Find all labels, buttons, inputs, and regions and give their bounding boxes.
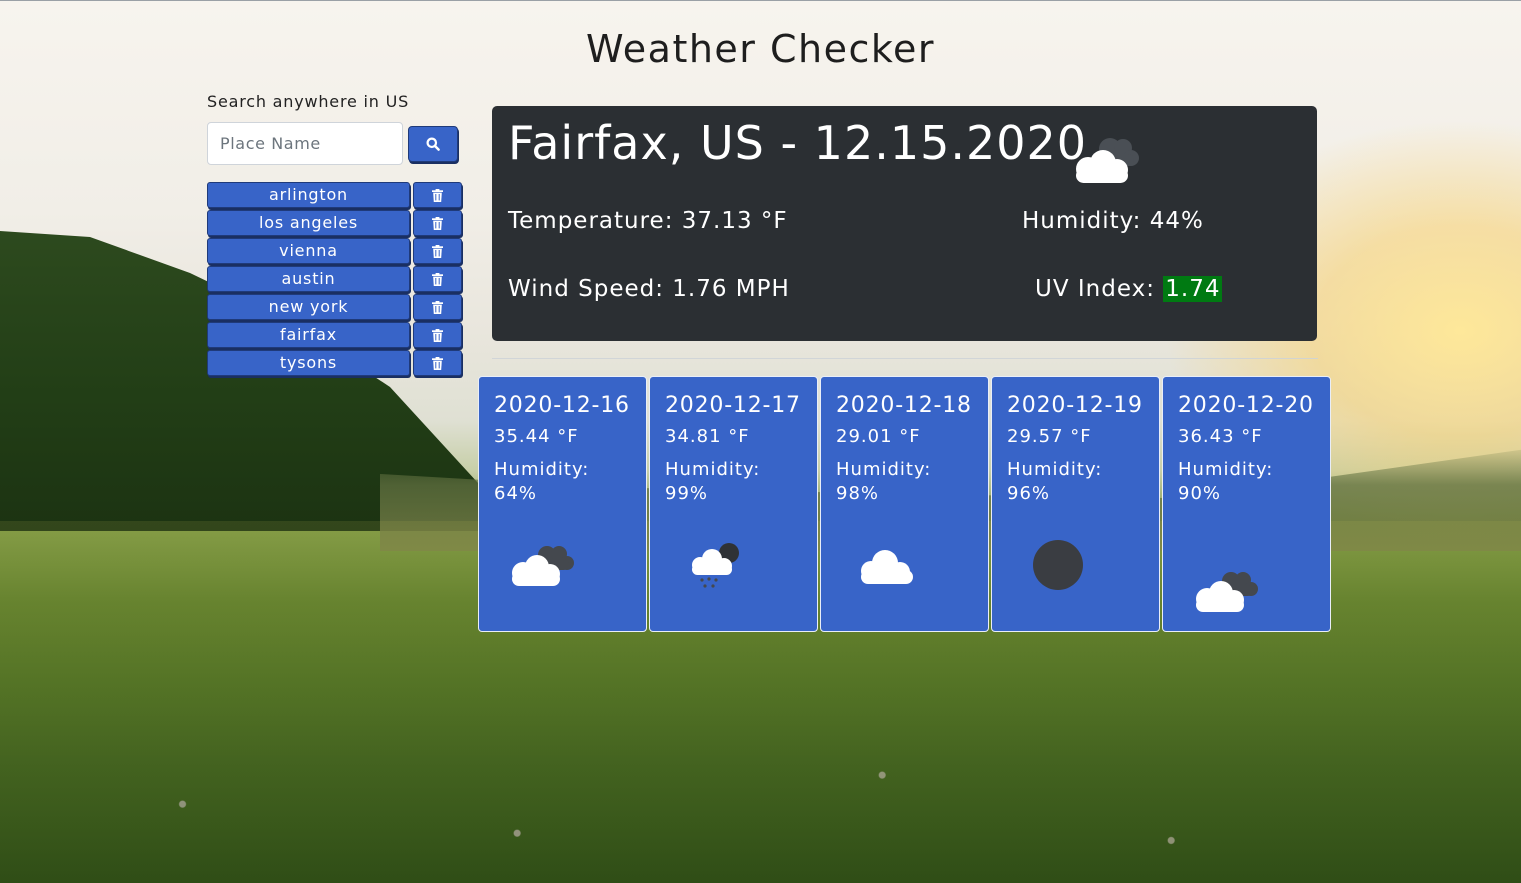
uv-label: UV Index: bbox=[1035, 276, 1164, 302]
humidity-label: Humidity: bbox=[1022, 208, 1150, 234]
current-humidity: Humidity: 44% bbox=[1022, 208, 1204, 234]
history-row: austin bbox=[207, 266, 463, 292]
trash-icon bbox=[432, 216, 443, 230]
forecast-humidity-label: Humidity: bbox=[494, 459, 590, 480]
history-city-button[interactable]: vienna bbox=[207, 238, 410, 264]
wind-label: Wind Speed: bbox=[508, 276, 673, 302]
current-uv-index: UV Index: 1.74 bbox=[1035, 276, 1223, 302]
forecast-temperature: 34.81 °F bbox=[665, 426, 750, 447]
forecast-humidity: Humidity: 99% bbox=[665, 458, 802, 506]
broken-clouds-icon bbox=[512, 546, 574, 586]
forecast-humidity-label: Humidity: bbox=[1007, 459, 1103, 480]
trash-icon bbox=[432, 244, 443, 258]
forecast-humidity: Humidity: 90% bbox=[1178, 458, 1315, 506]
search-button[interactable] bbox=[408, 126, 458, 162]
cloud-icon bbox=[861, 550, 913, 584]
forecast-temperature: 35.44 °F bbox=[494, 426, 579, 447]
trash-icon bbox=[432, 328, 443, 342]
history-city-button[interactable]: fairfax bbox=[207, 322, 410, 348]
forecast-humidity-label: Humidity: bbox=[836, 459, 932, 480]
trash-icon bbox=[432, 188, 443, 202]
history-city-button[interactable]: arlington bbox=[207, 182, 410, 208]
forecast-temperature: 29.01 °F bbox=[836, 426, 921, 447]
history-row: vienna bbox=[207, 238, 463, 264]
page-title: Weather Checker bbox=[585, 27, 936, 71]
page-root: Weather Checker Search anywhere in US ar… bbox=[0, 0, 1521, 883]
forecast-humidity-value: 90% bbox=[1178, 483, 1222, 504]
history-delete-button[interactable] bbox=[413, 210, 462, 236]
trash-icon bbox=[432, 356, 443, 370]
snow-rain-cloud-icon bbox=[692, 543, 739, 588]
search-label: Search anywhere in US bbox=[207, 92, 410, 111]
trash-icon bbox=[432, 272, 443, 286]
forecast-temperature: 29.57 °F bbox=[1007, 426, 1092, 447]
forecast-humidity: Humidity: 96% bbox=[1007, 458, 1144, 506]
temperature-value: 37.13 °F bbox=[681, 208, 788, 234]
five-day-forecast: 2020-12-16 35.44 °F Humidity: 64% 2020-12… bbox=[478, 376, 1333, 632]
humidity-value: 44% bbox=[1149, 208, 1204, 234]
search-history-list: arlington los angeles vienna austin new … bbox=[207, 182, 463, 378]
history-city-button[interactable]: los angeles bbox=[207, 210, 410, 236]
uv-index-badge: 1.74 bbox=[1163, 276, 1223, 302]
history-row: tysons bbox=[207, 350, 463, 376]
forecast-date: 2020-12-20 bbox=[1178, 393, 1314, 418]
forecast-temperature: 36.43 °F bbox=[1178, 426, 1263, 447]
forecast-date: 2020-12-19 bbox=[1007, 393, 1143, 418]
history-delete-button[interactable] bbox=[413, 266, 462, 292]
search-icon bbox=[426, 137, 440, 151]
history-row: los angeles bbox=[207, 210, 463, 236]
forecast-date: 2020-12-16 bbox=[494, 393, 630, 418]
forecast-humidity: Humidity: 98% bbox=[836, 458, 973, 506]
forecast-humidity-label: Humidity: bbox=[665, 459, 761, 480]
history-delete-button[interactable] bbox=[413, 322, 462, 348]
history-row: arlington bbox=[207, 182, 463, 208]
forecast-humidity-value: 99% bbox=[665, 483, 709, 504]
broken-clouds-icon bbox=[1076, 138, 1139, 183]
current-temperature: Temperature: 37.13 °F bbox=[508, 208, 788, 234]
wind-value: 1.76 MPH bbox=[672, 276, 790, 302]
forecast-date: 2020-12-17 bbox=[665, 393, 801, 418]
forecast-humidity: Humidity: 64% bbox=[494, 458, 631, 506]
clear-night-icon bbox=[1033, 540, 1083, 590]
history-delete-button[interactable] bbox=[413, 182, 462, 208]
forecast-humidity-value: 98% bbox=[836, 483, 880, 504]
forecast-humidity-label: Humidity: bbox=[1178, 459, 1274, 480]
forecast-humidity-value: 64% bbox=[494, 483, 538, 504]
forecast-card: 2020-12-16 35.44 °F Humidity: 64% bbox=[478, 376, 647, 632]
history-delete-button[interactable] bbox=[413, 238, 462, 264]
forecast-humidity-value: 96% bbox=[1007, 483, 1051, 504]
search-input[interactable] bbox=[207, 122, 403, 165]
forecast-card: 2020-12-17 34.81 °F Humidity: 99% bbox=[649, 376, 818, 632]
current-wind-speed: Wind Speed: 1.76 MPH bbox=[508, 276, 790, 302]
history-delete-button[interactable] bbox=[413, 294, 462, 320]
current-city-date-heading: Fairfax, US - 12.15.2020 bbox=[508, 116, 1088, 170]
history-city-button[interactable]: new york bbox=[207, 294, 410, 320]
history-city-button[interactable]: austin bbox=[207, 266, 410, 292]
forecast-card: 2020-12-18 29.01 °F Humidity: 98% bbox=[820, 376, 989, 632]
broken-clouds-icon bbox=[1196, 572, 1258, 612]
current-weather-panel: Fairfax, US - 12.15.2020 Temperature: 37… bbox=[492, 106, 1317, 341]
history-delete-button[interactable] bbox=[413, 350, 462, 376]
forecast-card: 2020-12-20 36.43 °F Humidity: 90% bbox=[1162, 376, 1331, 632]
trash-icon bbox=[432, 300, 443, 314]
section-divider bbox=[492, 358, 1318, 359]
temperature-label: Temperature: bbox=[508, 208, 682, 234]
history-row: new york bbox=[207, 294, 463, 320]
history-city-button[interactable]: tysons bbox=[207, 350, 410, 376]
forecast-date: 2020-12-18 bbox=[836, 393, 972, 418]
history-row: fairfax bbox=[207, 322, 463, 348]
forecast-card: 2020-12-19 29.57 °F Humidity: 96% bbox=[991, 376, 1160, 632]
